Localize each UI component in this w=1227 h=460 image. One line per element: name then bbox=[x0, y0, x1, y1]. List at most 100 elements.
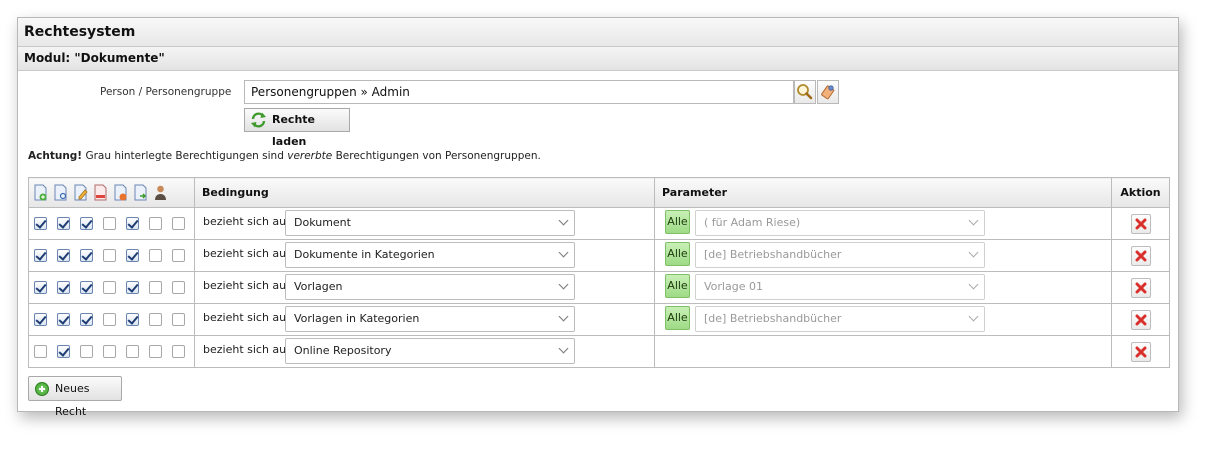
permission-checkbox[interactable] bbox=[172, 249, 185, 263]
parameter-cell: Alle [de] Betriebshandbücher bbox=[654, 303, 1112, 336]
magnifier-icon bbox=[797, 84, 813, 100]
condition-select[interactable]: Dokumente in Kategorien bbox=[285, 242, 575, 268]
permission-checkbox[interactable] bbox=[80, 313, 93, 327]
all-button[interactable]: Alle bbox=[665, 306, 690, 330]
permission-checkbox[interactable] bbox=[57, 217, 70, 231]
parameter-cell: Alle Vorlage 01 bbox=[654, 271, 1112, 304]
header-parameter: Parameter bbox=[654, 177, 1112, 208]
permission-checkboxes bbox=[28, 303, 195, 336]
delete-right-button[interactable] bbox=[1130, 277, 1151, 298]
permission-checkbox[interactable] bbox=[80, 217, 93, 231]
plus-circle-icon bbox=[35, 382, 49, 396]
parameter-value: Vorlage 01 bbox=[704, 280, 763, 293]
all-button[interactable]: Alle bbox=[665, 210, 690, 234]
delete-right-button[interactable] bbox=[1130, 309, 1151, 330]
permission-checkbox[interactable] bbox=[103, 313, 116, 327]
parameter-wrap: Alle ( für Adam Riese) bbox=[655, 208, 1111, 239]
parameter-select[interactable]: ( für Adam Riese) bbox=[695, 210, 985, 236]
action-cell bbox=[1111, 207, 1170, 240]
delete-icon bbox=[1135, 282, 1146, 293]
refresh-icon bbox=[250, 112, 267, 136]
permission-checkbox[interactable] bbox=[80, 281, 93, 295]
parameter-wrap: Alle Vorlage 01 bbox=[655, 272, 1111, 303]
permission-checkbox[interactable] bbox=[57, 313, 70, 327]
permission-checkbox[interactable] bbox=[149, 217, 162, 231]
document-add-icon bbox=[34, 184, 47, 201]
rights-window: Rechtesystem Modul: "Dokumente" Person /… bbox=[17, 17, 1179, 418]
delete-icon bbox=[1135, 346, 1146, 357]
permission-checkbox[interactable] bbox=[34, 249, 47, 263]
permission-checkbox[interactable] bbox=[149, 249, 162, 263]
permission-checkbox[interactable] bbox=[172, 313, 185, 327]
permission-checkboxes bbox=[28, 239, 195, 272]
permission-checkbox[interactable] bbox=[172, 281, 185, 295]
permission-checkbox[interactable] bbox=[57, 345, 70, 359]
permission-checkbox[interactable] bbox=[149, 313, 162, 327]
person-label: Person / Personengruppe bbox=[100, 86, 232, 98]
permission-checkbox[interactable] bbox=[172, 217, 185, 231]
permission-checkbox[interactable] bbox=[80, 345, 93, 359]
condition-cell: bezieht sich auf Vorlagen bbox=[194, 271, 655, 304]
permission-checkbox[interactable] bbox=[149, 281, 162, 295]
parameter-wrap: Alle [de] Betriebshandbücher bbox=[655, 240, 1111, 271]
permission-checkbox[interactable] bbox=[34, 345, 47, 359]
permission-checkbox[interactable] bbox=[103, 217, 116, 231]
load-rights-button[interactable]: Rechte laden bbox=[244, 108, 350, 148]
search-button[interactable] bbox=[794, 80, 816, 104]
permission-checkbox[interactable] bbox=[126, 345, 139, 359]
table-row: bezieht sich auf Vorlagen in Kategorien Al… bbox=[28, 303, 1170, 336]
condition-select[interactable]: Vorlagen in Kategorien bbox=[285, 306, 575, 332]
permission-checkbox[interactable] bbox=[172, 345, 185, 359]
permission-checkbox[interactable] bbox=[103, 281, 116, 295]
condition-select[interactable]: Vorlagen bbox=[285, 274, 575, 300]
permission-checkbox[interactable] bbox=[80, 249, 93, 263]
condition-wrap: bezieht sich auf Dokument bbox=[195, 208, 654, 239]
permission-checkbox[interactable] bbox=[149, 345, 162, 359]
condition-cell: bezieht sich auf Dokumente in Kategorien bbox=[194, 239, 655, 272]
condition-value: Dokumente in Kategorien bbox=[294, 248, 435, 261]
clear-button[interactable] bbox=[817, 80, 839, 104]
permission-checkboxes bbox=[28, 335, 195, 368]
module-title: Modul: "Dokumente" bbox=[18, 47, 1178, 71]
parameter-value: ( für Adam Riese) bbox=[704, 216, 801, 229]
chevron-down-icon bbox=[968, 311, 979, 322]
notice-warning: Achtung! bbox=[28, 150, 83, 162]
chevron-down-icon bbox=[558, 279, 569, 290]
document-export-icon bbox=[134, 184, 147, 201]
permission-checkbox[interactable] bbox=[103, 249, 116, 263]
condition-select[interactable]: Online Repository bbox=[285, 338, 575, 364]
permission-checkbox[interactable] bbox=[57, 249, 70, 263]
all-button[interactable]: Alle bbox=[665, 242, 690, 266]
chevron-down-icon bbox=[558, 215, 569, 226]
new-right-button[interactable]: Neues Recht bbox=[28, 376, 122, 418]
delete-icon bbox=[1135, 218, 1146, 229]
delete-right-button[interactable] bbox=[1130, 245, 1151, 266]
parameter-cell: Alle ( für Adam Riese) bbox=[654, 207, 1112, 240]
delete-right-button[interactable] bbox=[1130, 213, 1151, 234]
parameter-select[interactable]: Vorlage 01 bbox=[695, 274, 985, 300]
person-group-input[interactable]: Personengruppen » Admin bbox=[244, 80, 794, 104]
all-button[interactable]: Alle bbox=[665, 274, 690, 298]
parameter-select[interactable]: [de] Betriebshandbücher bbox=[695, 242, 985, 268]
delete-icon bbox=[1135, 250, 1146, 261]
permission-checkbox[interactable] bbox=[34, 281, 47, 295]
permission-checkbox[interactable] bbox=[126, 249, 139, 263]
action-cell bbox=[1111, 271, 1170, 304]
permission-checkbox[interactable] bbox=[57, 281, 70, 295]
permission-checkbox[interactable] bbox=[126, 313, 139, 327]
permission-checkbox[interactable] bbox=[34, 217, 47, 231]
delete-right-button[interactable] bbox=[1130, 341, 1151, 362]
relation-label: bezieht sich auf bbox=[203, 311, 291, 324]
action-cell bbox=[1111, 303, 1170, 336]
person-row: Person / Personengruppe Personengruppen … bbox=[18, 80, 1178, 106]
permission-checkbox[interactable] bbox=[103, 345, 116, 359]
header-action: Aktion bbox=[1111, 177, 1170, 208]
header-icons bbox=[28, 177, 195, 208]
header-condition: Bedingung bbox=[194, 177, 655, 208]
permission-checkbox[interactable] bbox=[126, 217, 139, 231]
parameter-select[interactable]: [de] Betriebshandbücher bbox=[695, 306, 985, 332]
permission-checkbox[interactable] bbox=[126, 281, 139, 295]
permission-checkbox[interactable] bbox=[34, 313, 47, 327]
condition-select[interactable]: Dokument bbox=[285, 210, 575, 236]
notice-text1: Grau hinterlegte Berechtigungen sind bbox=[85, 150, 284, 162]
